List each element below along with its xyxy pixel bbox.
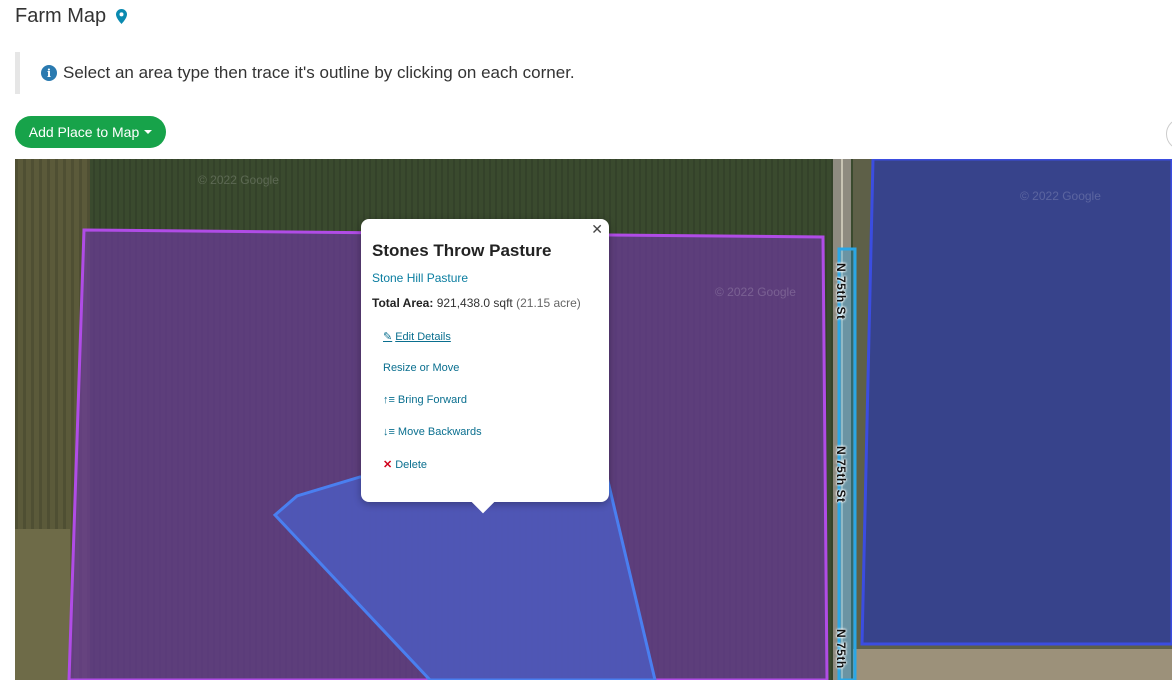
page-title: Farm Map [15,4,107,27]
delete-link[interactable]: ✕ Delete [383,458,427,472]
edit-details-link[interactable]: ✎ Edit Details [383,330,451,344]
area-label: Total Area: [372,296,434,310]
place-popup: ✕ Stones Throw Pasture Stone Hill Pastur… [361,219,609,514]
road-label: N 75th [834,629,848,669]
area-acre: (21.15 acre) [516,296,581,310]
map-watermark: © 2022 Google [1020,189,1101,203]
map-control-button[interactable] [1166,118,1172,150]
area-value: 921,438.0 sqft [436,296,513,310]
map-watermark: © 2022 Google [715,285,796,299]
road-label: N 75th St [834,263,848,320]
add-place-label: Add Place to Map [28,124,140,140]
popup-subtitle-link[interactable]: Stone Hill Pasture [372,271,468,285]
x-icon: ✕ [383,459,393,471]
close-icon[interactable]: ✕ [591,221,603,238]
pencil-icon: ✎ [383,331,393,343]
bring-forward-link[interactable]: ↑≡ Bring Forward [383,394,467,406]
farm-map[interactable]: © 2022 Google © 2022 Google © 2022 Googl… [15,159,1172,680]
map-watermark: © 2022 Google [198,173,279,187]
map-pin-icon [116,8,128,24]
road-label: N 75th St [834,446,848,503]
field-polygon [860,159,1172,646]
resize-move-link[interactable]: Resize or Move [383,362,459,374]
popup-area: Total Area: 921,438.0 sqft (21.15 acre) [372,296,581,310]
sort-up-icon: ↑≡ [383,394,395,406]
notice-text: Select an area type then trace it's outl… [63,63,575,82]
add-place-button[interactable]: Add Place to Map [15,116,166,148]
sort-down-icon: ↓≡ [383,426,395,438]
popup-title: Stones Throw Pasture [372,241,552,260]
page-header: Farm Map [15,3,128,29]
instruction-notice: i Select an area type then trace it's ou… [15,52,1172,94]
caret-down-icon [144,130,153,134]
move-backwards-link[interactable]: ↓≡ Move Backwards [383,426,482,438]
info-icon: i [41,65,57,81]
